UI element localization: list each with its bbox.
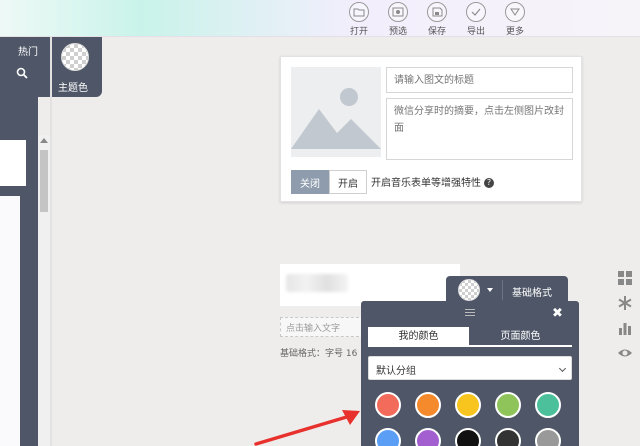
caret-down-icon[interactable] <box>487 288 493 292</box>
save-label: 保存 <box>427 27 446 37</box>
toggle-off-button[interactable]: 关闭 <box>291 170 329 194</box>
close-icon[interactable]: ✖ <box>552 306 563 321</box>
more-button[interactable]: 更多 <box>495 2 535 37</box>
color-swatch-green[interactable] <box>495 392 521 418</box>
snowflake-icon[interactable] <box>617 295 633 311</box>
more-icon <box>505 2 525 22</box>
export-button[interactable]: 导出 <box>456 2 496 37</box>
music-feature-text: 开启音乐表单等增强特性 <box>371 178 481 189</box>
bar-chart-icon[interactable] <box>617 320 633 336</box>
color-group-value: 默认分组 <box>376 366 416 377</box>
chevron-down-icon <box>558 364 567 373</box>
toolbar-divider <box>502 280 503 300</box>
preview-button[interactable]: 预选 <box>378 2 418 37</box>
search-icon[interactable] <box>16 67 28 79</box>
eye-icon[interactable] <box>617 345 633 361</box>
theme-color-label: 主题色 <box>58 83 88 94</box>
music-feature-label: 开启音乐表单等增强特性? <box>371 174 494 189</box>
preview-label: 预选 <box>388 27 407 37</box>
image-placeholder-icon <box>291 67 381 157</box>
color-swatch-gray[interactable] <box>535 428 561 446</box>
hot-tab[interactable]: 热门 <box>18 43 38 58</box>
click-input-text-field[interactable]: 点击输入文字 <box>280 317 364 337</box>
color-swatch-dark-gray[interactable] <box>495 428 521 446</box>
color-group-select[interactable]: 默认分组 <box>368 356 572 380</box>
basic-format-button[interactable]: 基础格式 <box>512 284 552 299</box>
drag-handle-icon[interactable] <box>465 309 475 310</box>
editor-block <box>280 264 460 306</box>
save-button[interactable]: 保存 <box>417 2 457 37</box>
folder-open-icon <box>349 2 369 22</box>
help-icon[interactable]: ? <box>484 178 494 188</box>
open-label: 打开 <box>349 27 368 37</box>
tab-page-colors[interactable]: 页面颜色 <box>469 327 572 347</box>
blurred-content <box>286 274 348 292</box>
theme-color-swatch[interactable] <box>61 43 89 71</box>
color-swatch-red[interactable] <box>375 392 401 418</box>
tab-my-colors[interactable]: 我的颜色 <box>368 327 469 347</box>
more-label: 更多 <box>505 27 524 37</box>
color-swatch-blue[interactable] <box>375 428 401 446</box>
column-divider <box>50 37 52 446</box>
color-picker-popup: ✖ 我的颜色 页面颜色 默认分组 <box>361 301 579 446</box>
color-swatch-orange[interactable] <box>415 392 441 418</box>
toggle-on-button[interactable]: 开启 <box>329 170 367 194</box>
top-toolbar: 打开 预选 保存 导出 更多 <box>0 0 640 37</box>
save-icon <box>427 2 447 22</box>
color-swatch-purple[interactable] <box>415 428 441 446</box>
scrollbar-thumb[interactable] <box>40 150 48 212</box>
format-toolbar: 基础格式 <box>446 276 568 304</box>
color-swatch-yellow[interactable] <box>455 392 481 418</box>
title-input[interactable] <box>386 67 573 93</box>
left-content-block <box>0 140 26 186</box>
format-color-swatch[interactable] <box>458 279 480 301</box>
format-info-text: 基础格式：字号 16 <box>280 349 358 359</box>
red-arrow-annotation <box>254 410 360 446</box>
color-swatch-teal[interactable] <box>535 392 561 418</box>
color-swatch-black[interactable] <box>455 428 481 446</box>
export-label: 导出 <box>466 27 485 37</box>
left-content-area <box>0 196 20 446</box>
article-card: 关闭 开启 开启音乐表单等增强特性? <box>280 56 582 202</box>
export-icon <box>466 2 486 22</box>
open-button[interactable]: 打开 <box>339 2 379 37</box>
summary-input[interactable] <box>386 98 573 160</box>
grid-icon[interactable] <box>617 270 633 286</box>
scroll-up-icon[interactable] <box>40 138 48 143</box>
preview-icon <box>388 2 408 22</box>
cover-image-placeholder[interactable] <box>291 67 381 157</box>
